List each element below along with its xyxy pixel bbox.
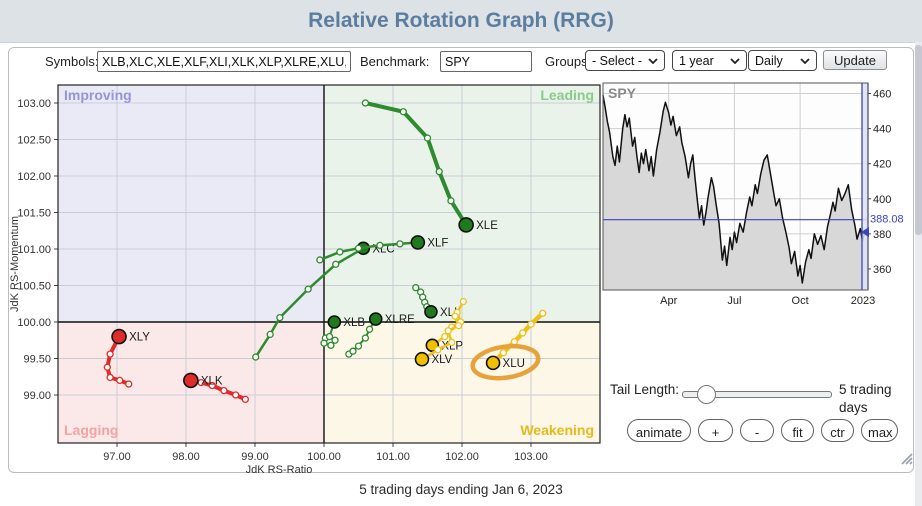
y-tick-label: 99.00 (23, 390, 51, 402)
x-tick-label: 103.00 (514, 451, 548, 463)
rrg-marker-XLV[interactable] (415, 353, 428, 366)
rrg-label-XLU: XLU (503, 358, 525, 370)
quadrant-label-leading: Leading (540, 87, 594, 103)
spy-x-tick-label: Jul (727, 295, 741, 306)
spy-x-tick-label: Apr (660, 295, 677, 306)
quadrant-label-lagging: Lagging (64, 422, 118, 438)
last-price-label: 388.08 (870, 214, 904, 226)
chevron-down-icon (648, 58, 658, 64)
chevron-down-icon (800, 58, 810, 64)
spy-y-tick-label: 360 (873, 264, 891, 276)
page-header: Relative Rotation Graph (RRG) (0, 0, 922, 43)
rrg-label-XLF: XLF (427, 237, 448, 249)
frequency-select[interactable]: Daily (748, 50, 817, 71)
groups-select-value: - Select - (592, 54, 642, 68)
rrg-chart[interactable]: Improving Leading Lagging Weakening 97.00 98.… (10, 78, 610, 478)
y-tick-label: 102.00 (17, 171, 51, 183)
quadrant-label-improving: Improving (64, 87, 132, 103)
rrg-label-XLE: XLE (476, 220, 498, 232)
rrg-app: Relative Rotation Graph (RRG) Symbols: B… (0, 0, 922, 506)
rrg-marker-XLE[interactable] (459, 218, 473, 232)
rrg-label-XLB: XLB (343, 317, 365, 329)
y-tick-label: 100.50 (17, 281, 51, 293)
symbols-input[interactable] (97, 51, 351, 72)
page-title: Relative Rotation Graph (RRG) (0, 0, 922, 42)
rrg-marker-XLRE[interactable] (370, 313, 382, 325)
quadrant-improving (58, 85, 324, 322)
chevron-down-icon (730, 58, 740, 64)
fit-button[interactable]: fit (781, 419, 814, 442)
ctr-button[interactable]: ctr (821, 419, 854, 442)
y-tick-label: 103.00 (17, 98, 51, 110)
rrg-label-XLRE: XLRE (385, 314, 415, 326)
date-range-handle[interactable] (862, 83, 868, 290)
rrg-label-XLV: XLV (431, 354, 452, 366)
quadrant-label-weakening: Weakening (520, 422, 594, 438)
zoom-out-button[interactable]: - (740, 419, 774, 442)
max-button[interactable]: max (861, 419, 898, 442)
tail-length-value: 5 trading days (839, 381, 922, 399)
spy-benchmark-chart[interactable]: 360 380 400 420 440 460 388.08 Apr Jul Oct 2023 SPY (600, 78, 922, 306)
spy-y-tick-label: 420 (873, 159, 891, 171)
y-tick-label: 100.00 (17, 317, 51, 329)
tail-length-label: Tail Length: (610, 381, 679, 399)
scrollbar-thumb[interactable] (915, 45, 922, 235)
y-tick-label: 99.50 (23, 354, 51, 366)
groups-select[interactable]: - Select - (585, 50, 665, 71)
x-tick-label: 102.00 (445, 451, 479, 463)
rrg-marker-XLF[interactable] (411, 236, 424, 249)
rrg-marker-XLB[interactable] (328, 316, 340, 328)
tail-length-slider-handle[interactable] (697, 385, 716, 404)
x-tick-label: 100.00 (307, 451, 341, 463)
x-tick-label: 97.00 (103, 451, 131, 463)
benchmark-label: Benchmark: (360, 53, 429, 71)
scrollbar[interactable] (915, 42, 922, 506)
rrg-marker-XLY[interactable] (112, 330, 126, 344)
symbols-label: Symbols: (45, 53, 98, 71)
rrg-marker-XLU[interactable] (487, 356, 500, 369)
rrg-label-XLK: XLK (201, 375, 223, 387)
benchmark-input[interactable] (440, 51, 532, 72)
spy-y-tick-label: 380 (873, 229, 891, 241)
resize-handle-icon[interactable] (898, 450, 914, 466)
spy-y-tick-label: 460 (873, 89, 891, 101)
period-select-value: 1 year (679, 54, 714, 68)
rrg-marker-XLK[interactable] (184, 373, 198, 387)
x-tick-label: 99.00 (241, 451, 269, 463)
y-axis-title: JdK RS-Momentum (10, 216, 21, 312)
rrg-marker-XLI[interactable] (425, 306, 437, 318)
spy-title: SPY (608, 85, 637, 101)
y-tick-label: 102.50 (17, 135, 51, 147)
x-axis-title: JdK RS-Ratio (246, 464, 313, 476)
footer-caption: 5 trading days ending Jan 6, 2023 (0, 482, 922, 497)
zoom-in-button[interactable]: + (698, 419, 733, 442)
frequency-select-value: Daily (755, 54, 783, 68)
y-tick-label: 101.00 (17, 244, 51, 256)
y-tick-label: 101.50 (17, 208, 51, 220)
spy-x-tick-label: Oct (792, 295, 809, 306)
spy-y-tick-label: 400 (873, 194, 891, 206)
period-select[interactable]: 1 year (672, 50, 747, 71)
update-button[interactable]: Update (823, 50, 887, 70)
spy-x-tick-label: 2023 (851, 295, 875, 306)
x-tick-label: 101.00 (376, 451, 410, 463)
rrg-label-XLY: XLY (129, 332, 150, 344)
animate-button[interactable]: animate (627, 419, 691, 442)
x-tick-label: 98.00 (172, 451, 200, 463)
spy-y-tick-label: 440 (873, 124, 891, 136)
